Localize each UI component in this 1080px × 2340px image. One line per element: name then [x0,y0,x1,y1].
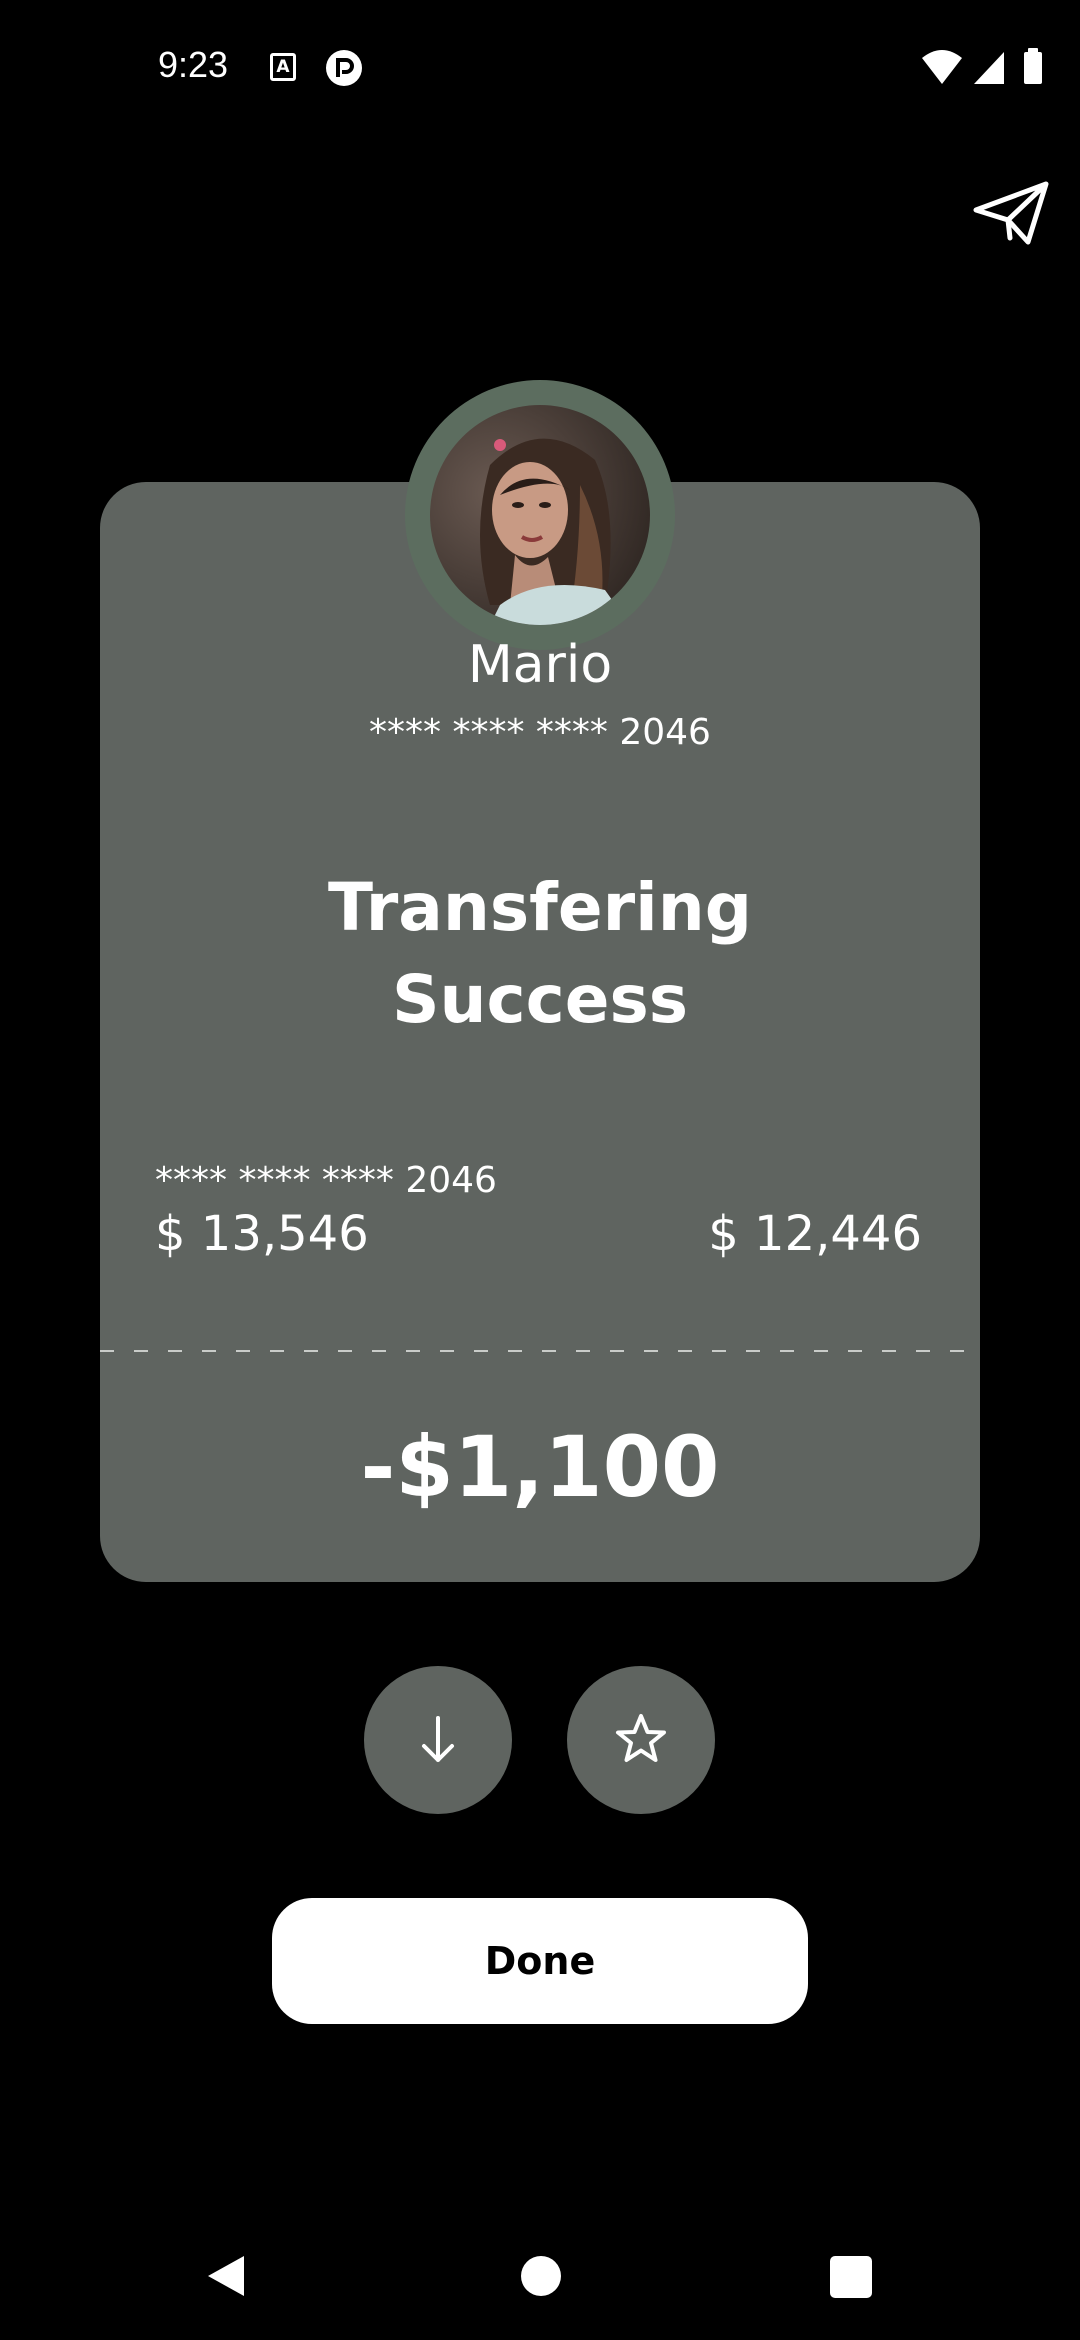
status-right-icons [922,48,1042,84]
transfer-status-line2: Success [391,961,689,1038]
favorite-button[interactable] [567,1666,715,1814]
status-time: 9:23 [158,44,229,85]
transfer-status-line1: Transfering [327,869,752,946]
keyboard-a-icon: A [270,53,296,81]
avatar-photo [430,405,650,625]
balance-after: $ 12,446 [708,1206,922,1262]
recipient-card-number: **** **** **** 2046 [369,712,711,753]
wifi-icon [922,50,962,84]
transfer-status-title: Transfering Success [0,862,1080,1046]
transfer-amount: -$1,100 [360,1418,720,1516]
download-button[interactable] [364,1666,512,1814]
recipient-name: Mario [467,635,613,695]
paper-plane-icon[interactable] [972,178,1052,248]
status-bar: 9:23 A [0,0,1080,140]
battery-icon [1024,48,1042,84]
dashed-divider [100,1350,980,1352]
arrow-down-icon [422,1716,454,1762]
recents-icon[interactable] [830,2256,872,2298]
avatar [430,405,650,625]
sender-card-number: **** **** **** 2046 [155,1160,497,1201]
r-app-icon [326,50,362,86]
signal-icon [974,52,1004,84]
done-button[interactable]: Done [272,1898,808,2024]
star-icon [616,1714,666,1762]
home-icon[interactable] [521,2256,561,2296]
back-icon[interactable] [204,2254,248,2298]
balance-before: $ 13,546 [155,1206,369,1262]
